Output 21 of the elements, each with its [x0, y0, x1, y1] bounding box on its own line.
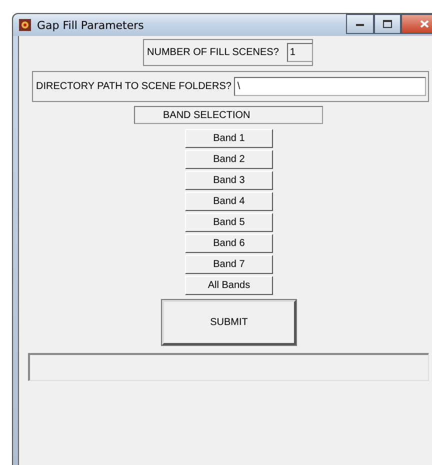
directory-field[interactable]: \	[234, 77, 426, 96]
band-button[interactable]: Band 5	[185, 213, 273, 232]
window-title: Gap Fill Parameters	[37, 18, 144, 32]
minimize-button[interactable]	[346, 14, 374, 34]
band-button[interactable]: Band 6	[185, 234, 273, 253]
band-button[interactable]: Band 2	[185, 150, 273, 169]
band-button[interactable]: Band 7	[185, 255, 273, 274]
app-icon	[19, 19, 31, 31]
submit-button[interactable]: SUBMIT	[162, 300, 296, 345]
minimize-icon	[356, 22, 364, 26]
band-button[interactable]: All Bands	[185, 276, 273, 295]
close-icon	[420, 20, 428, 28]
directory-label: DIRECTORY PATH TO SCENE FOLDERS?	[36, 81, 232, 92]
band-button[interactable]: Band 4	[185, 192, 273, 211]
maximize-icon	[383, 20, 392, 28]
band-button[interactable]: Band 1	[185, 129, 273, 148]
maximize-button[interactable]	[374, 14, 401, 34]
band-selection-label: BAND SELECTION	[134, 106, 323, 124]
fill-scenes-field[interactable]: 1	[286, 43, 313, 62]
fill-scenes-label: NUMBER OF FILL SCENES?	[147, 47, 279, 58]
band-button[interactable]: Band 3	[185, 171, 273, 190]
